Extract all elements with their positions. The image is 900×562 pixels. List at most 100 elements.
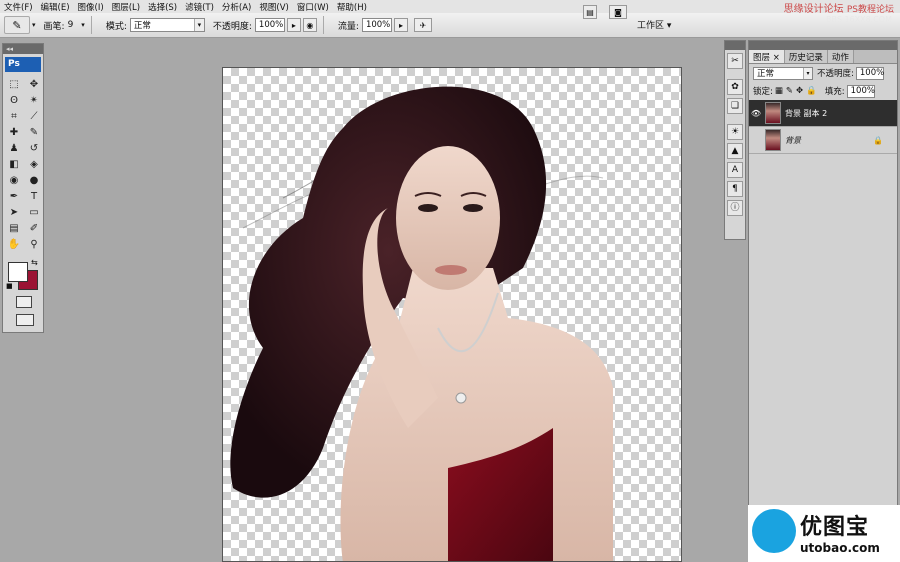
flow-input[interactable]: 100% (361, 18, 392, 32)
tools-panel-icon[interactable]: ✂ (727, 53, 743, 69)
logo-text: 优图宝 (800, 515, 870, 540)
lock-icon: 🔒 (873, 135, 883, 145)
histogram-icon[interactable]: ▲ (727, 143, 743, 159)
foreground-color-swatch[interactable] (8, 262, 28, 282)
healing-brush-tool-icon[interactable]: ✚ (5, 125, 23, 140)
eye-icon[interactable]: 👁 (749, 109, 763, 118)
brush-size-dropdown-icon[interactable]: ▾ (81, 21, 85, 29)
fill-input[interactable]: 100% (846, 84, 875, 98)
airbrush-icon[interactable]: ✈ (413, 18, 432, 32)
options-bar: ✎ ▾ 画笔: 9 ▾ 模式: 正常 ▾ 不透明度: 100% ▸ ◉ 流量: … (0, 13, 900, 38)
layer-name[interactable]: 背景 (785, 135, 801, 146)
pen-tool-icon[interactable]: ✒ (5, 189, 23, 204)
layer-row[interactable]: 👁 背景 副本 2 (749, 100, 897, 127)
chevron-down-icon: ▾ (193, 19, 204, 31)
workspace-menu[interactable]: 工作区 ▾ (637, 18, 671, 31)
layer-opacity-label: 不透明度: (817, 69, 854, 79)
lock-all-icon[interactable]: 🔒 (806, 86, 817, 96)
opacity-input[interactable]: 100% (254, 18, 285, 32)
layer-name[interactable]: 背景 副本 2 (785, 108, 827, 119)
lock-row: 锁定: ▦ ✎ ✥ 🔒 填充: 100% (749, 82, 897, 100)
layer-row[interactable]: 背景 🔒 (749, 127, 897, 154)
fill-value: 100% (850, 86, 875, 96)
shape-tool-icon[interactable]: ▭ (25, 205, 43, 220)
eyedropper-tool-icon[interactable]: ✐ (25, 221, 43, 236)
dodge-tool-icon[interactable]: ● (25, 173, 43, 188)
tab-actions[interactable]: 动作 (827, 50, 854, 63)
history-brush-tool-icon[interactable]: ↺ (25, 141, 43, 156)
navigator-icon[interactable]: ☀ (727, 124, 743, 140)
blur-tool-icon[interactable]: ◉ (5, 173, 23, 188)
panel-icon-strip: ✂ ✿ ❏ ☀ ▲ A ¶ ⓘ (724, 40, 746, 240)
brushes-panel-icon[interactable]: ✿ (727, 79, 743, 95)
marquee-tool-icon[interactable]: ⬚ (5, 77, 23, 92)
panel-collapse-icon[interactable] (725, 41, 745, 50)
blend-row: 正常 ▾ 不透明度: 100% (749, 64, 897, 82)
eraser-tool-icon[interactable]: ◧ (5, 157, 23, 172)
brush-tool-icon[interactable]: ✎ (25, 125, 43, 140)
path-selection-tool-icon[interactable]: ➤ (5, 205, 23, 220)
type-tool-icon[interactable]: T (25, 189, 43, 204)
mode-label: 模式: (105, 21, 127, 32)
fill-label: 填充: (824, 87, 845, 97)
opacity-slider-icon[interactable]: ▸ (286, 18, 301, 32)
tablet-pressure-icon[interactable]: ◉ (302, 18, 317, 32)
tools-palette: ◂◂ Ps ⬚ ✥ ʘ ✴ ⌗ ⟋ ✚ ✎ ♟ ↺ ◧ ◈ ◉ ● ✒ T ➤ … (2, 43, 44, 333)
bird-logo-icon (752, 509, 796, 553)
brush-preset-icon[interactable]: ✎ (4, 16, 30, 34)
chevron-down-icon[interactable]: ▾ (32, 21, 36, 29)
zoom-tool-icon[interactable]: ⚲ (25, 237, 43, 252)
flow-label: 流量: (337, 21, 359, 32)
mode-select[interactable]: 正常 ▾ (129, 18, 205, 32)
lock-pixels-icon[interactable]: ✎ (786, 86, 793, 96)
screen-mode-icon[interactable] (16, 314, 34, 326)
notes-tool-icon[interactable]: ▤ (5, 221, 23, 236)
magic-wand-tool-icon[interactable]: ✴ (25, 93, 43, 108)
menu-view[interactable]: 视图(V) (259, 1, 288, 13)
brush-size[interactable]: 9 (68, 20, 74, 30)
info-panel-icon[interactable]: ⓘ (727, 200, 743, 216)
divider (90, 16, 92, 34)
panel-tabs: 图层 × 历史记录 动作 (749, 50, 897, 64)
layer-opacity-input[interactable]: 100% (855, 66, 885, 80)
slice-tool-icon[interactable]: ⟋ (25, 109, 43, 124)
menu-bar: 文件(F) 编辑(E) 图像(I) 图层(L) 选择(S) 滤镜(T) 分析(A… (0, 0, 900, 15)
palette-collapse-icon[interactable]: ◂◂ (3, 44, 43, 54)
menu-file[interactable]: 文件(F) (4, 1, 33, 13)
crop-tool-icon[interactable]: ⌗ (5, 109, 23, 124)
watermark-url: BBS.16XX8.COM (825, 15, 892, 24)
move-tool-icon[interactable]: ✥ (25, 77, 43, 92)
opacity-value: 100% (258, 20, 284, 30)
swap-colors-icon[interactable]: ⇆ (31, 258, 38, 267)
paragraph-panel-icon[interactable]: ¶ (727, 181, 743, 197)
lock-position-icon[interactable]: ✥ (796, 86, 803, 96)
paint-bucket-tool-icon[interactable]: ◈ (25, 157, 43, 172)
menu-select[interactable]: 选择(S) (148, 1, 177, 13)
character-panel-icon[interactable]: A (727, 162, 743, 178)
tab-history[interactable]: 历史记录 (784, 50, 828, 63)
brush-panel-icon[interactable]: ▤ (583, 5, 597, 19)
menu-help[interactable]: 帮助(H) (337, 1, 367, 13)
tool-preset-icon[interactable]: ◙ (609, 5, 627, 19)
blend-mode-value: 正常 (757, 69, 775, 79)
lock-label: 锁定: (753, 87, 773, 97)
default-colors-icon[interactable]: ■ (6, 282, 13, 290)
quick-mask-icon[interactable] (16, 296, 32, 308)
layer-opacity-value: 100% (859, 68, 885, 78)
clone-stamp-tool-icon[interactable]: ♟ (5, 141, 23, 156)
lock-transparency-icon[interactable]: ▦ (775, 86, 783, 96)
photo-layer (230, 86, 613, 561)
menu-filter[interactable]: 滤镜(T) (185, 1, 214, 13)
clone-source-icon[interactable]: ❏ (727, 98, 743, 114)
document-canvas[interactable] (222, 67, 682, 562)
hand-tool-icon[interactable]: ✋ (5, 237, 23, 252)
menu-edit[interactable]: 编辑(E) (41, 1, 70, 13)
menu-image[interactable]: 图像(I) (78, 1, 104, 13)
menu-layer[interactable]: 图层(L) (112, 1, 140, 13)
lasso-tool-icon[interactable]: ʘ (5, 93, 23, 108)
flow-slider-icon[interactable]: ▸ (393, 18, 408, 32)
blend-mode-select[interactable]: 正常 ▾ (753, 66, 813, 80)
menu-window[interactable]: 窗口(W) (297, 1, 329, 13)
menu-analysis[interactable]: 分析(A) (222, 1, 251, 13)
tab-layers[interactable]: 图层 × (749, 50, 785, 63)
